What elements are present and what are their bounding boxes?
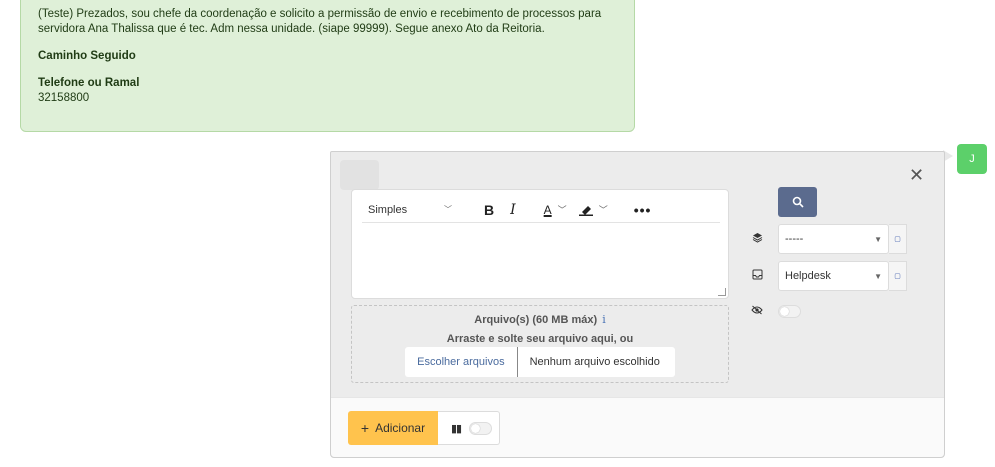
info-icon[interactable]: i <box>602 313 606 326</box>
queue-action-button[interactable]: ▢ <box>889 261 907 291</box>
category-action-button[interactable]: ▢ <box>889 224 907 254</box>
file-status: Nenhum arquivo escolhido <box>529 356 660 368</box>
close-icon: ✕ <box>909 165 925 185</box>
phone-label: Telefone ou Ramal <box>38 77 140 89</box>
queue-select[interactable]: Helpdesk ▼ <box>778 261 889 291</box>
choose-files-button[interactable]: Escolher arquivos <box>405 347 518 377</box>
caret-down-icon: ▼ <box>874 271 882 281</box>
pause-icon: ▮▮ <box>451 422 462 435</box>
panel-footer: + Adicionar ▮▮ <box>331 397 944 457</box>
square-icon: ▢ <box>894 236 901 243</box>
plus-icon: + <box>360 420 370 436</box>
dropzone-hint: Arraste e solte seu arquivo aqui, ou <box>446 333 634 345</box>
file-dropzone[interactable]: Arquivo(s) (60 MB máx) i Arraste e solte… <box>351 305 729 383</box>
highlight-button[interactable] <box>578 204 593 216</box>
attachments-title-text: Arquivo(s) (60 MB máx) <box>474 314 598 326</box>
file-input[interactable]: Escolher arquivos Nenhum arquivo escolhi… <box>405 347 675 377</box>
square-icon: ▢ <box>894 273 901 280</box>
inbox-icon <box>751 269 763 283</box>
caret-down-icon: ▼ <box>874 234 882 244</box>
paragraph-style-select[interactable]: Simples ﹀ <box>362 199 458 221</box>
queue-row: Helpdesk ▼ ▢ <box>751 261 907 291</box>
category-row: ----- ▼ ▢ <box>751 224 907 254</box>
visibility-toggle[interactable] <box>778 305 801 318</box>
placeholder-box <box>340 160 379 190</box>
rich-text-editor[interactable]: Simples ﹀ B I A ﹀ ﹀ ••• <box>351 189 729 299</box>
reply-panel: ✕ Simples ﹀ B I A ﹀ ﹀ ••• Arquivo(s) (60… <box>330 151 945 458</box>
bold-button[interactable]: B <box>484 202 494 218</box>
message-body: (Teste) Prezados, sou chefe da coordenaç… <box>38 8 602 35</box>
chevron-down-icon[interactable]: ﹀ <box>558 203 567 216</box>
font-color-button[interactable]: A <box>544 203 552 217</box>
add-button-label: Adicionar <box>375 421 426 435</box>
path-label: Caminho Seguido <box>38 50 136 62</box>
layers-icon <box>751 232 763 246</box>
phone-value: 32158800 <box>38 92 90 104</box>
avatar: J <box>957 144 987 174</box>
paragraph-style-value: Simples <box>368 203 408 216</box>
pause-group: ▮▮ <box>438 411 500 445</box>
add-button[interactable]: + Adicionar <box>348 411 438 445</box>
chevron-down-icon: ﹀ <box>444 205 452 214</box>
search-button[interactable] <box>778 187 817 217</box>
marker-icon <box>578 205 593 216</box>
resize-handle[interactable] <box>718 288 726 296</box>
category-select[interactable]: ----- ▼ <box>778 224 889 254</box>
close-button[interactable]: ✕ <box>909 166 924 184</box>
pause-toggle[interactable] <box>469 421 493 435</box>
queue-select-value: Helpdesk <box>785 270 831 282</box>
editor-toolbar: Simples ﹀ B I A ﹀ ﹀ ••• <box>362 197 720 223</box>
italic-button[interactable]: I <box>510 202 516 218</box>
visibility-row <box>751 305 801 318</box>
more-options-button[interactable]: ••• <box>634 202 652 218</box>
category-select-value: ----- <box>785 233 804 245</box>
search-icon <box>792 196 804 208</box>
message-bubble: (Teste) Prezados, sou chefe da coordenaç… <box>20 0 635 132</box>
chevron-down-icon[interactable]: ﹀ <box>599 203 608 216</box>
attachments-title: Arquivo(s) (60 MB máx) i <box>352 313 728 326</box>
eye-slash-icon <box>751 305 763 318</box>
